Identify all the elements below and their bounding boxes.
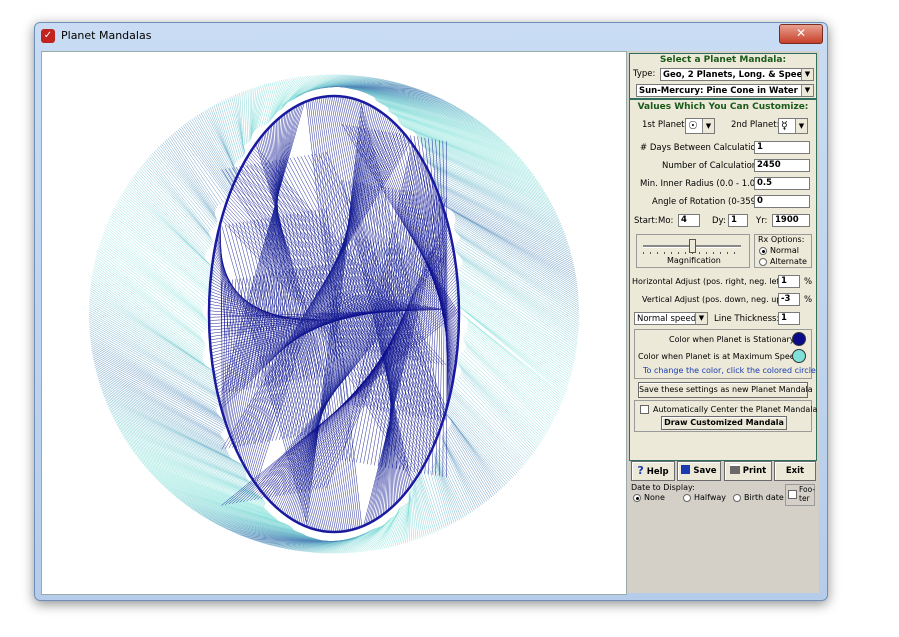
date-halfway-label: Halfway [694,493,726,502]
rotation-input[interactable]: 0 [754,195,810,208]
hadjust-percent: % [804,277,813,287]
type-select[interactable]: Geo, 2 Planets, Long. & Speed ▼ [660,68,814,81]
type-select-value: Geo, 2 Planets, Long. & Speed [663,70,809,80]
rx-normal-radio[interactable] [759,247,767,255]
mandala-drawing [88,74,580,554]
exit-button[interactable]: Exit [774,461,816,481]
magnification-group: Magnification [636,234,750,268]
color-max-label: Color when Planet is at Maximum Speed: [638,352,803,361]
radius-label: Min. Inner Radius (0.0 - 1.0): [640,179,762,189]
month-input[interactable]: 4 [678,214,700,227]
save-button[interactable]: Save [677,461,721,481]
start-label: Start: [634,216,658,226]
help-button[interactable]: ? Help [631,461,675,481]
stationary-color-swatch[interactable] [792,332,806,346]
mandala-select-value: Sun-Mercury: Pine Cone in Water [639,86,798,96]
close-button[interactable]: ✕ [779,24,823,44]
sun-icon: ☉ [688,119,698,132]
chevron-down-icon: ▼ [702,119,714,133]
mandala-lines [88,74,580,554]
planet1-select[interactable]: ☉ ▼ [685,118,715,134]
vadjust-percent: % [804,295,813,305]
day-input[interactable]: 1 [728,214,748,227]
numcalc-input[interactable]: 2450 [754,159,810,172]
save-label: Save [693,466,717,476]
title-bar: ✓ Planet Mandalas ✕ [35,23,827,49]
help-label: Help [646,467,669,477]
planet2-label-text: 2nd Planet: [731,120,780,130]
rx-options-group: Rx Options: Normal Alternate [754,234,812,268]
draw-group: Automatically Center the Planet Mandala … [634,400,817,432]
printer-icon [729,464,740,474]
question-icon: ? [637,464,644,477]
days-input[interactable]: 1 [754,141,810,154]
date-birth-radio[interactable] [733,494,741,502]
app-logo-icon: ✓ [41,29,55,43]
date-none-label: None [644,493,665,502]
date-birth-label: Birth date [744,493,784,502]
speed-select-value: Normal speed [637,314,697,324]
mercury-icon: ☿ [781,119,788,132]
floppy-disk-icon [681,465,691,474]
select-mandala-group: Select a Planet Mandala: Type: Geo, 2 Pl… [629,53,817,99]
color-stationary-label: Color when Planet is Stationary: [669,335,797,344]
date-none-radio[interactable] [633,494,641,502]
planet1-label: 1st Planet: [642,120,688,130]
date-halfway-radio[interactable] [683,494,691,502]
chevron-down-icon: ▼ [795,119,807,133]
mandala-canvas [41,51,627,595]
rx-label: Rx Options: [758,235,805,244]
app-window: ✓ Planet Mandalas ✕ Select a Planet Mand… [34,22,828,601]
vadjust-input[interactable]: -3 [778,293,800,306]
change-color-hint: To change the color, click the colored c… [643,366,816,375]
select-header: Select a Planet Mandala: [659,55,787,65]
rx-normal-label: Normal [770,246,799,255]
numcalc-label: Number of Calculations: [662,161,765,171]
colors-group: Color when Planet is Stationary: Color w… [634,329,816,379]
rx-alternate-radio[interactable] [759,258,767,266]
chevron-down-icon: ▼ [801,85,813,96]
window-title: Planet Mandalas [61,29,152,42]
type-label: Type: [633,69,656,79]
customize-group: Values Which You Can Customize: 1st Plan… [629,99,817,461]
rotation-label: Angle of Rotation (0-359): [652,197,763,207]
date-display-label: Date to Display: [631,483,695,492]
footer-group: Foo- ter [785,484,815,506]
hadjust-input[interactable]: 1 [778,275,800,288]
thickness-label: Line Thickness: [714,314,780,324]
print-label: Print [742,466,767,476]
radius-input[interactable]: 0.5 [754,177,810,190]
year-input[interactable]: 1900 [772,214,810,227]
hadjust-label: Horizontal Adjust (pos. right, neg. left… [632,277,786,286]
customize-header: Values Which You Can Customize: [637,102,809,112]
max-speed-color-swatch[interactable] [792,349,806,363]
footer-checkbox[interactable] [788,490,797,499]
magnification-label: Magnification [667,256,721,265]
slider-ticks [643,252,741,254]
mandala-select[interactable]: Sun-Mercury: Pine Cone in Water ▼ [636,84,814,97]
magnification-slider-thumb[interactable] [689,239,696,253]
thickness-input[interactable]: 1 [778,312,800,325]
auto-center-label: Automatically Center the Planet Mandala [653,405,818,414]
yr-label: Yr: [756,216,768,226]
mo-label: Mo: [658,216,674,226]
print-button[interactable]: Print [724,461,772,481]
chevron-down-icon: ▼ [695,313,707,324]
dy-label: Dy: [712,216,726,226]
chevron-down-icon: ▼ [801,69,813,80]
days-label: # Days Between Calculations: [640,143,769,153]
vadjust-label: Vertical Adjust (pos. down, neg. up) [642,295,785,304]
planet2-select[interactable]: ☿ ▼ [778,118,808,134]
auto-center-checkbox[interactable] [640,405,649,414]
footer-label: Foo- ter [799,485,816,503]
save-settings-button[interactable]: Save these settings as new Planet Mandal… [638,382,813,398]
draw-mandala-button[interactable]: Draw Customized Mandala [661,416,787,430]
rx-alternate-label: Alternate [770,257,807,266]
speed-select[interactable]: Normal speed ▼ [634,312,708,325]
control-panel: Select a Planet Mandala: Type: Geo, 2 Pl… [627,51,819,593]
